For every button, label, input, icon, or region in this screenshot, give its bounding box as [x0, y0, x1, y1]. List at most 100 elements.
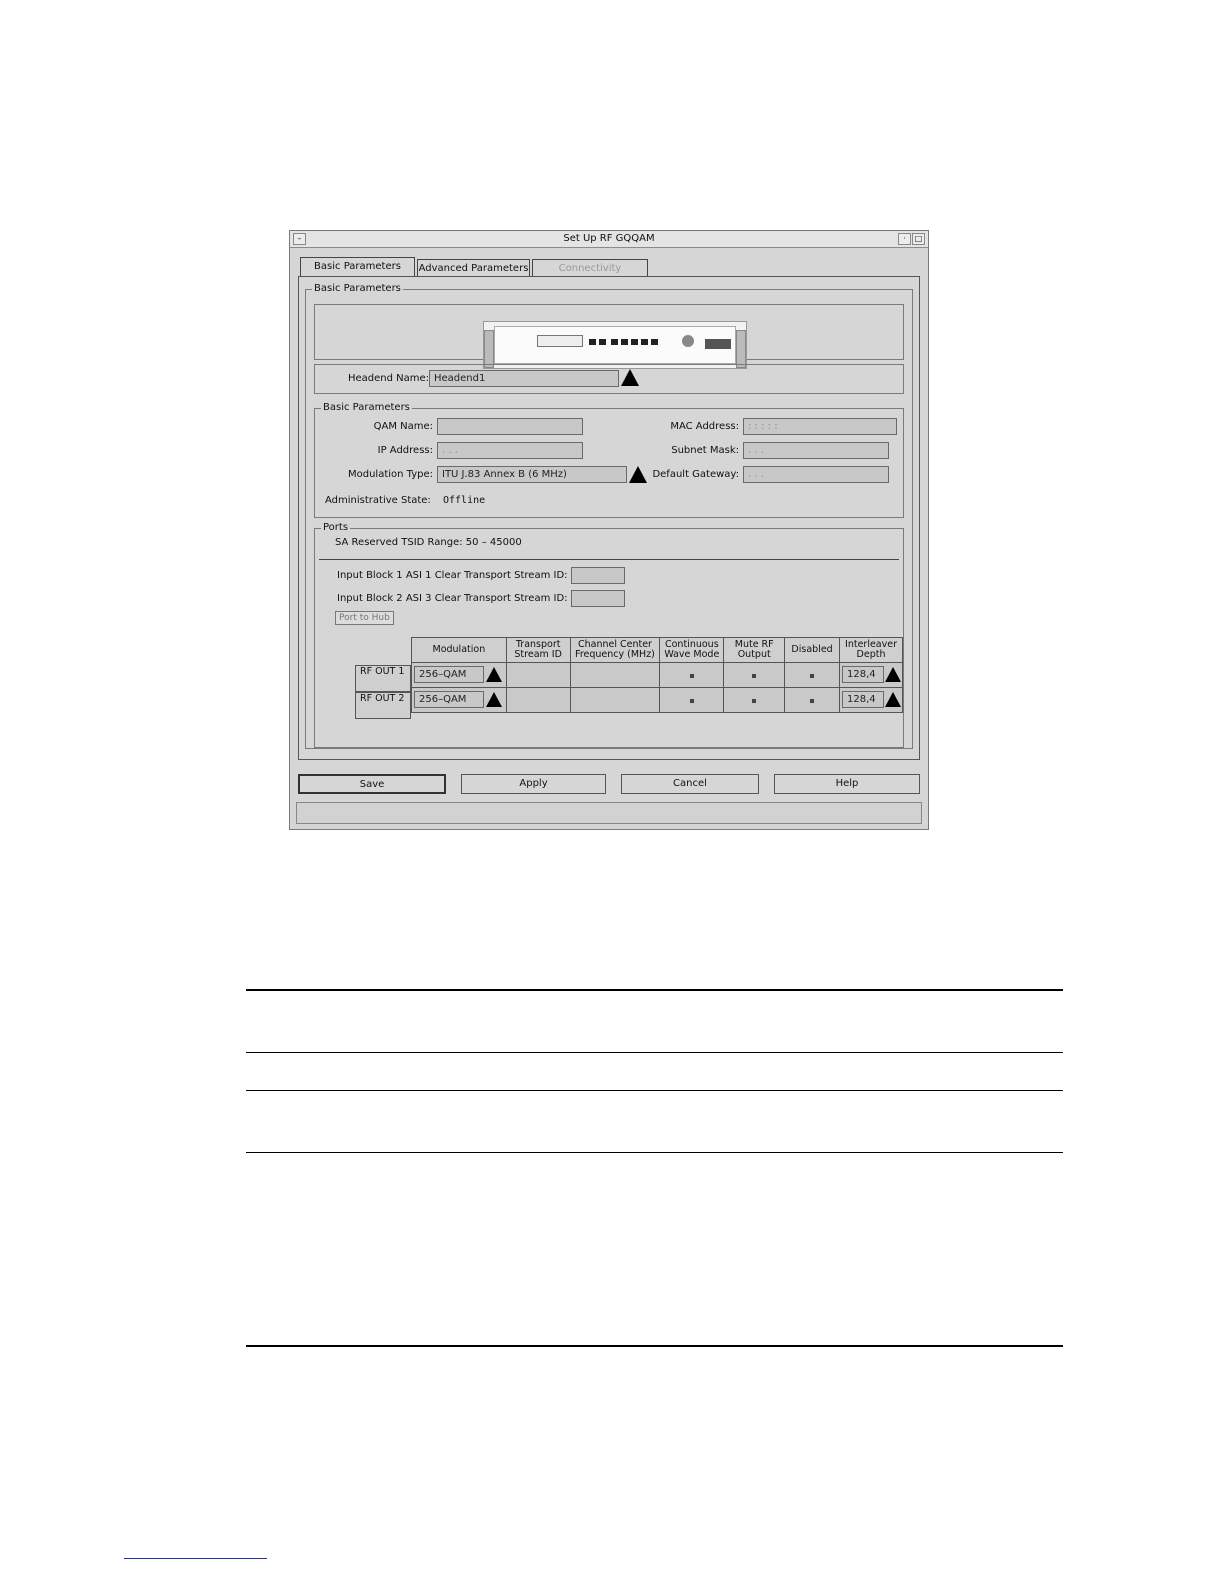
rf-out-1-frequency-cell[interactable]	[569, 662, 661, 688]
rf-out-1-cw-mode-checkbox[interactable]	[659, 662, 725, 688]
checkbox-icon	[810, 698, 815, 703]
device-image-frame	[314, 304, 904, 369]
table-rule	[246, 1152, 1063, 1153]
col-transport-stream-id: Transport Stream ID	[505, 637, 571, 663]
device-lcd	[537, 335, 583, 347]
table-row: 256–QAM 128,4	[411, 687, 903, 713]
qam-device-image	[483, 321, 747, 369]
rf-out-2-disabled-checkbox[interactable]	[784, 687, 841, 713]
help-button[interactable]: Help	[774, 774, 920, 794]
tab-connectivity[interactable]: Connectivity	[532, 259, 648, 277]
ip-address-label: IP Address:	[377, 445, 433, 456]
rf-out-1-depth-dropdown-arrow-icon[interactable]	[885, 667, 902, 682]
device-button	[631, 339, 638, 345]
col-disabled: Disabled	[784, 637, 841, 663]
headend-dropdown-arrow-icon[interactable]	[621, 369, 639, 386]
device-button	[641, 339, 648, 345]
mac-address-label: MAC Address:	[670, 421, 739, 432]
device-logo	[705, 339, 731, 349]
rf-out-2-tsid-cell[interactable]	[505, 687, 571, 713]
device-button	[589, 339, 596, 345]
mac-address-field[interactable]: : : : : :	[743, 418, 897, 435]
col-modulation: Modulation	[411, 637, 507, 663]
ports-group-title: Ports	[321, 522, 351, 533]
rf-out-2-modulation-dropdown-arrow-icon[interactable]	[486, 692, 502, 707]
setup-rf-gqqam-window: – Set Up RF GQQAM · □ Basic Parameters A…	[289, 230, 929, 830]
window-menu-button[interactable]: –	[293, 233, 306, 245]
device-rack-ear-right	[736, 330, 746, 368]
device-front-panel	[494, 326, 736, 364]
headend-name-label: Headend Name:	[348, 373, 430, 384]
rf-out-2-depth-field[interactable]: 128,4	[842, 691, 885, 708]
title-bar[interactable]: – Set Up RF GQQAM · □	[290, 231, 928, 248]
input-block-2-tsid-field[interactable]	[571, 590, 625, 607]
modulation-type-field[interactable]: ITU J.83 Annex B (6 MHz)	[437, 466, 627, 483]
rf-out-2-modulation-cell: 256–QAM	[411, 687, 507, 713]
rf-out-2-modulation-field[interactable]: 256–QAM	[414, 691, 484, 708]
modulation-type-label: Modulation Type:	[347, 469, 433, 480]
headend-frame: Headend Name: Headend1	[314, 364, 904, 394]
minimize-button[interactable]: ·	[898, 233, 911, 245]
col-interleaver-depth: Interleaver Depth	[839, 637, 903, 663]
checkbox-icon	[689, 698, 694, 703]
checkbox-icon	[752, 673, 757, 678]
rf-out-1-disabled-checkbox[interactable]	[784, 662, 841, 688]
table-top-rule	[246, 989, 1063, 991]
rf-out-2-frequency-cell[interactable]	[569, 687, 661, 713]
device-button	[621, 339, 628, 345]
rf-out-2-label: RF OUT 2	[355, 692, 411, 719]
port-to-hub-button[interactable]: Port to Hub	[335, 611, 394, 625]
subnet-mask-label: Subnet Mask:	[671, 445, 739, 456]
basic-group-title: Basic Parameters	[321, 402, 412, 413]
tab-panel: Basic Parameters Headend Name: Headend1 …	[298, 276, 920, 760]
window-title: Set Up RF GQQAM	[563, 233, 655, 244]
table-row: 256–QAM 128,4	[411, 662, 903, 688]
rf-out-1-label: RF OUT 1	[355, 665, 411, 692]
ports-group: Ports SA Reserved TSID Range: 50 – 45000…	[314, 522, 904, 748]
tab-advanced-parameters[interactable]: Advanced Parameters	[417, 259, 530, 277]
rf-ports-table: Modulation Transport Stream ID Channel Ce…	[411, 637, 903, 713]
rf-out-1-depth-field[interactable]: 128,4	[842, 666, 885, 683]
col-mute-rf-output: Mute RF Output	[723, 637, 786, 663]
ports-separator	[319, 559, 899, 560]
cancel-button[interactable]: Cancel	[621, 774, 759, 794]
footnote-rule	[124, 1558, 267, 1559]
rf-out-1-modulation-dropdown-arrow-icon[interactable]	[486, 667, 502, 682]
default-gateway-field[interactable]: . . .	[743, 466, 889, 483]
apply-button[interactable]: Apply	[461, 774, 606, 794]
subnet-mask-field[interactable]: . . .	[743, 442, 889, 459]
rf-out-1-modulation-cell: 256–QAM	[411, 662, 507, 688]
default-gateway-label: Default Gateway:	[652, 469, 739, 480]
input-block-1-label: Input Block 1 ASI 1 Clear Transport Stre…	[337, 570, 568, 581]
rf-out-1-tsid-cell[interactable]	[505, 662, 571, 688]
table-header-row: Modulation Transport Stream ID Channel Ce…	[411, 637, 903, 663]
save-button[interactable]: Save	[298, 774, 446, 794]
device-button	[651, 339, 658, 345]
maximize-button[interactable]: □	[912, 233, 925, 245]
rf-out-2-cw-mode-checkbox[interactable]	[659, 687, 725, 713]
tab-basic-parameters[interactable]: Basic Parameters	[300, 257, 415, 277]
outer-group-title: Basic Parameters	[312, 283, 403, 294]
tsid-range-text: SA Reserved TSID Range: 50 – 45000	[335, 537, 522, 548]
checkbox-icon	[689, 673, 694, 678]
input-block-1-tsid-field[interactable]	[571, 567, 625, 584]
rf-out-2-depth-dropdown-arrow-icon[interactable]	[885, 692, 902, 707]
ip-address-field[interactable]: . . .	[437, 442, 583, 459]
table-rule	[246, 1090, 1063, 1091]
col-continuous-wave-mode: Continuous Wave Mode	[659, 637, 725, 663]
col-channel-center-frequency: Channel Center Frequency (MHz)	[569, 637, 661, 663]
checkbox-icon	[810, 673, 815, 678]
administrative-state-label: Administrative State:	[325, 495, 431, 506]
rf-out-2-mute-checkbox[interactable]	[723, 687, 786, 713]
rf-out-1-mute-checkbox[interactable]	[723, 662, 786, 688]
headend-name-field[interactable]: Headend1	[429, 370, 619, 387]
rf-out-1-depth-cell: 128,4	[839, 662, 903, 688]
status-bar	[296, 802, 922, 824]
input-block-2-label: Input Block 2 ASI 3 Clear Transport Stre…	[337, 593, 568, 604]
rf-out-1-modulation-field[interactable]: 256–QAM	[414, 666, 484, 683]
administrative-state-value: Offline	[443, 495, 486, 506]
qam-name-field[interactable]	[437, 418, 583, 435]
basic-parameters-group: Basic Parameters QAM Name: IP Address: .…	[314, 402, 904, 518]
rf-out-2-depth-cell: 128,4	[839, 687, 903, 713]
table-rule	[246, 1052, 1063, 1053]
